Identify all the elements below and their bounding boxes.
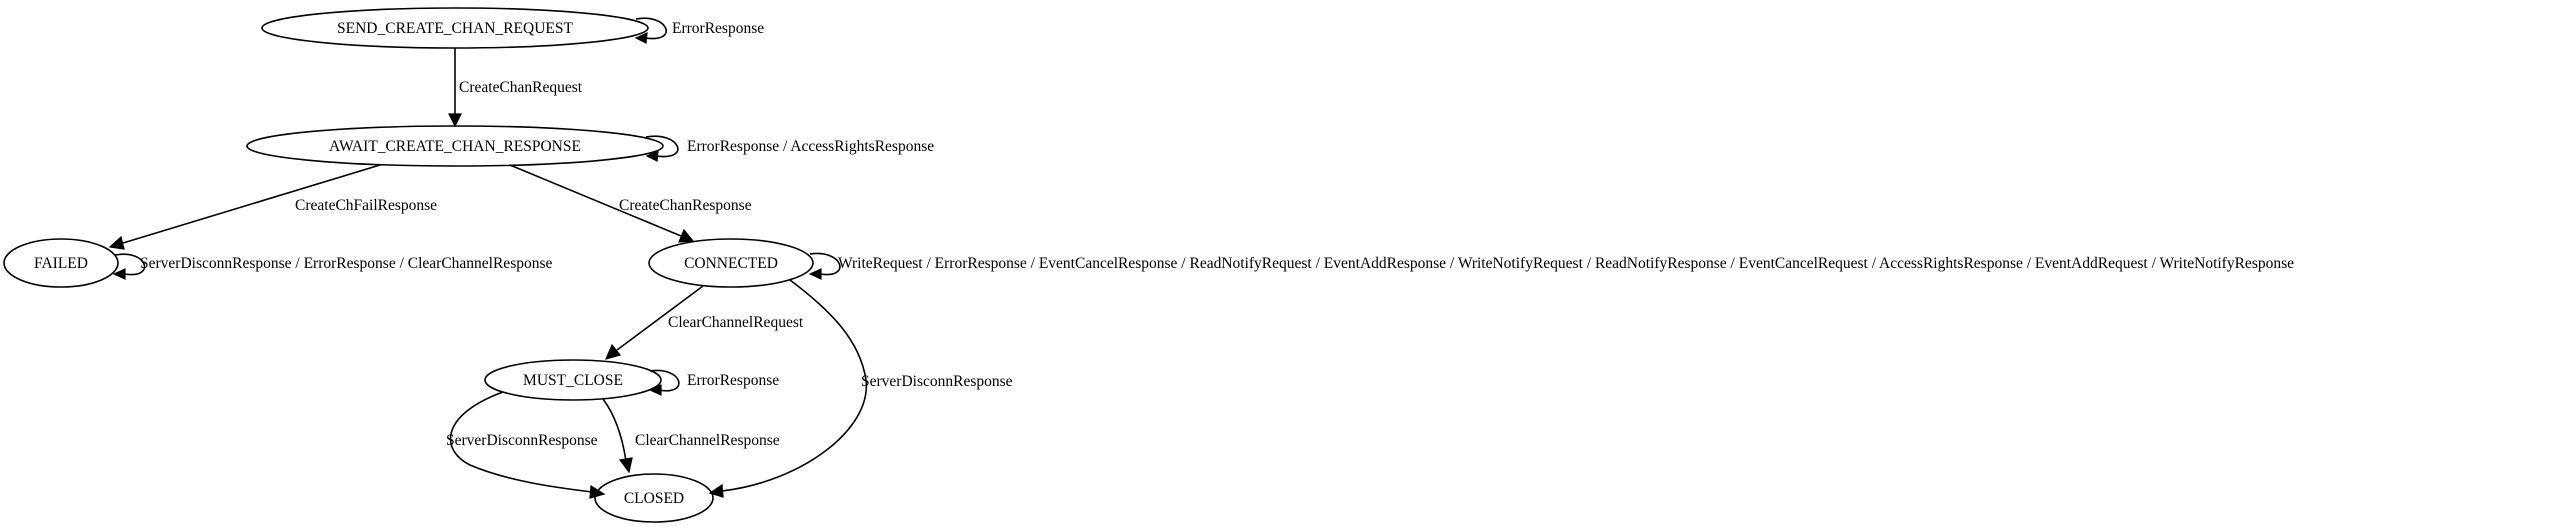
- edge-label: ServerDisconnResponse / ErrorResponse / …: [140, 255, 553, 272]
- edge-arrowhead: [448, 113, 462, 128]
- edge-line: [602, 398, 627, 462]
- node-must-close: MUST_CLOSE: [484, 359, 662, 401]
- edge-arrowhead: [678, 228, 695, 243]
- edge-await-to-connected: CreateChanResponse: [509, 164, 752, 243]
- edge-failed-self-loop: ServerDisconnResponse / ErrorResponse / …: [112, 253, 553, 280]
- edge-arrowhead: [604, 343, 622, 360]
- node-connected: CONNECTED: [648, 238, 814, 288]
- edge-label: ErrorResponse: [687, 372, 779, 389]
- node-label: SEND_CREATE_CHAN_REQUEST: [337, 20, 573, 37]
- edge-send-self-loop: ErrorResponse: [634, 17, 764, 44]
- node-send-create-chan-request: SEND_CREATE_CHAN_REQUEST: [261, 7, 649, 49]
- edge-await-to-failed: CreateChFailResponse: [108, 164, 437, 250]
- node-label: CONNECTED: [684, 255, 778, 272]
- edge-label: WriteRequest / ErrorResponse / EventCanc…: [838, 255, 2294, 272]
- edge-connected-self-loop: WriteRequest / ErrorResponse / EventCanc…: [808, 252, 2294, 280]
- node-failed: FAILED: [3, 238, 119, 288]
- edge-send-to-await: CreateChanRequest: [448, 48, 583, 128]
- edge-label: CreateChanRequest: [459, 79, 583, 96]
- edge-label: ClearChannelRequest: [668, 314, 804, 331]
- edge-arrowhead: [108, 235, 125, 250]
- node-label: AWAIT_CREATE_CHAN_RESPONSE: [329, 138, 581, 155]
- edge-label: ServerDisconnResponse: [446, 432, 598, 449]
- edge-arrowhead: [618, 457, 633, 474]
- edge-await-self-loop: ErrorResponse / AccessRightsResponse: [645, 135, 934, 162]
- edge-label: CreateChFailResponse: [295, 197, 437, 214]
- edge-label: ErrorResponse / AccessRightsResponse: [687, 138, 934, 155]
- edge-must-close-self-loop: ErrorResponse: [648, 369, 779, 396]
- edge-arrowhead: [589, 484, 606, 499]
- state-machine-diagram: SEND_CREATE_CHAN_REQUEST AWAIT_CREATE_CH…: [3, 7, 2294, 523]
- edge-label: ServerDisconnResponse: [861, 373, 1013, 390]
- node-label: MUST_CLOSE: [523, 372, 623, 389]
- node-label: FAILED: [34, 255, 88, 272]
- edge-label: ClearChannelResponse: [635, 432, 780, 449]
- edge-label: ErrorResponse: [672, 20, 764, 37]
- node-label: CLOSED: [624, 490, 684, 507]
- edge-connected-to-must-close: ClearChannelRequest: [604, 285, 804, 360]
- edge-must-close-to-closed-right: ClearChannelResponse: [602, 398, 780, 474]
- node-closed: CLOSED: [594, 473, 714, 523]
- edge-arrowhead: [808, 268, 822, 280]
- node-await-create-chan-response: AWAIT_CREATE_CHAN_RESPONSE: [246, 125, 664, 167]
- edge-label: CreateChanResponse: [619, 197, 752, 214]
- edge-must-close-to-closed-left: ServerDisconnResponse: [446, 391, 606, 499]
